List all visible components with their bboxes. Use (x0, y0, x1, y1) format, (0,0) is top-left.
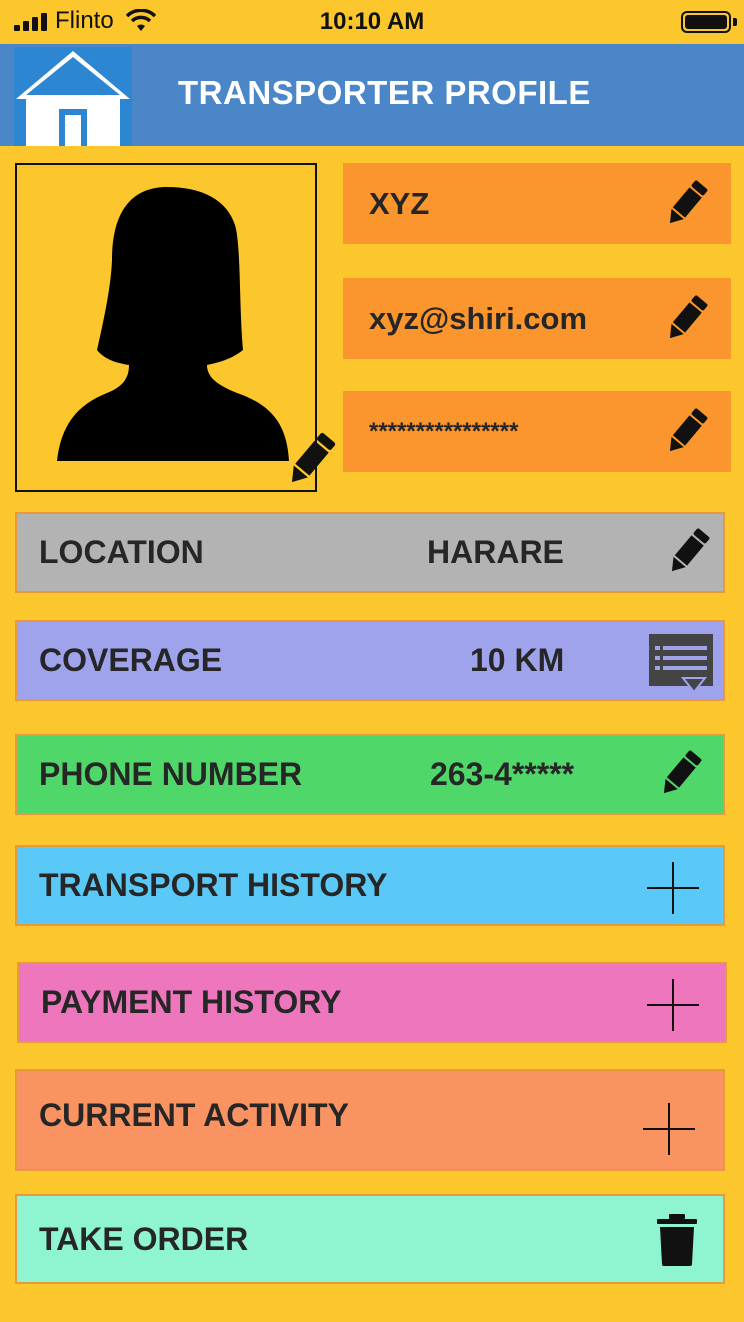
expand-current-activity-icon[interactable] (643, 1103, 695, 1155)
payment-history-label: PAYMENT HISTORY (41, 984, 342, 1020)
dropdown-list-icon[interactable] (649, 634, 713, 694)
payment-history-row[interactable]: PAYMENT HISTORY (17, 962, 727, 1043)
phone-row[interactable]: PHONE NUMBER 263-4***** (15, 734, 725, 815)
expand-payment-history-icon[interactable] (647, 979, 699, 1031)
phone-value: 263-4***** (430, 756, 575, 792)
battery-tip (733, 18, 737, 26)
edit-password-icon[interactable] (663, 406, 709, 458)
status-time: 10:10 AM (319, 8, 425, 35)
email-field[interactable]: xyz@shiri.com (343, 278, 731, 359)
name-value: XYZ (369, 185, 430, 221)
password-field[interactable]: **************** (343, 391, 731, 472)
coverage-value: 10 KM (470, 642, 565, 678)
page-title: TRANSPORTER PROFILE (178, 74, 591, 111)
battery-icon (681, 11, 731, 33)
profile-photo[interactable] (15, 163, 317, 492)
phone-label: PHONE NUMBER (39, 756, 303, 792)
edit-name-icon[interactable] (663, 178, 709, 230)
edit-email-icon[interactable] (663, 293, 709, 345)
name-field[interactable]: XYZ (343, 163, 731, 244)
take-order-label: TAKE ORDER (39, 1220, 249, 1257)
home-button[interactable] (14, 47, 132, 146)
current-activity-label: CURRENT ACTIVITY (39, 1097, 349, 1133)
edit-location-icon[interactable] (665, 526, 711, 578)
edit-photo-icon[interactable] (283, 430, 338, 490)
location-value: HARARE (427, 534, 564, 570)
location-label: LOCATION (39, 534, 204, 570)
transport-history-row[interactable]: TRANSPORT HISTORY (15, 845, 725, 926)
email-value: xyz@shiri.com (369, 300, 588, 336)
take-order-row[interactable]: TAKE ORDER (15, 1194, 725, 1284)
transport-history-label: TRANSPORT HISTORY (39, 867, 388, 903)
edit-phone-icon[interactable] (657, 748, 703, 800)
home-icon (16, 51, 130, 146)
status-bar: Flinto 10:10 AM (0, 0, 744, 44)
location-row[interactable]: LOCATION HARARE (15, 512, 725, 593)
person-silhouette-icon (57, 187, 289, 461)
coverage-row[interactable]: COVERAGE 10 KM (15, 620, 725, 701)
password-value: **************** (369, 417, 519, 445)
trash-icon[interactable] (657, 1214, 697, 1266)
coverage-label: COVERAGE (39, 642, 223, 678)
current-activity-row[interactable]: CURRENT ACTIVITY (15, 1069, 725, 1171)
expand-transport-history-icon[interactable] (647, 862, 699, 914)
